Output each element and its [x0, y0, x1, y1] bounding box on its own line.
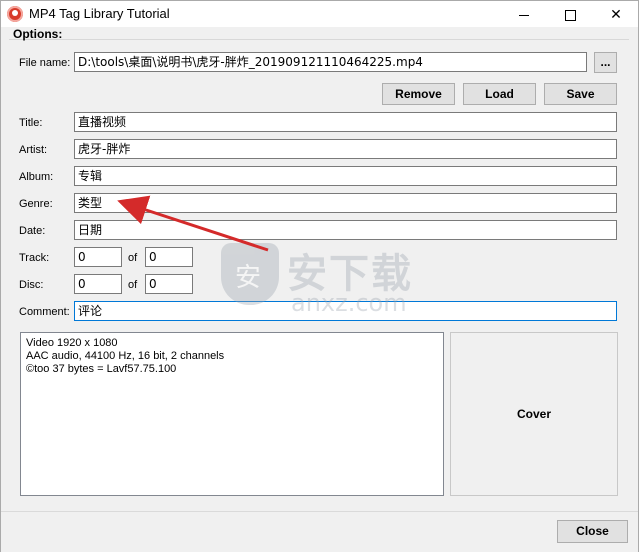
- media-info-line: Video 1920 x 1080: [26, 337, 118, 349]
- track-input[interactable]: 0: [74, 247, 122, 267]
- artist-input[interactable]: 虎牙-胖炸: [74, 139, 617, 159]
- disc-label: Disc:: [19, 279, 44, 291]
- maximize-icon: [564, 9, 576, 21]
- watermark-shield-icon: [221, 243, 279, 305]
- genre-input[interactable]: 类型: [74, 193, 617, 213]
- file-name-label: File name:: [19, 57, 71, 69]
- options-group-label: Options:: [13, 27, 63, 41]
- disc-total-input[interactable]: 0: [145, 274, 193, 294]
- comment-label: Comment:: [19, 306, 70, 318]
- close-icon: ✕: [610, 6, 622, 22]
- track-label: Track:: [19, 252, 50, 264]
- remove-button[interactable]: Remove: [382, 83, 455, 105]
- file-name-input[interactable]: D:\tools\桌面\说明书\虎牙-胖炸_20190912111046422​…: [74, 52, 587, 72]
- load-button[interactable]: Load: [463, 83, 536, 105]
- cover-button[interactable]: Cover: [450, 332, 618, 496]
- date-input[interactable]: 日期: [74, 220, 617, 240]
- title-label: Title:: [19, 117, 43, 129]
- title-input[interactable]: 直播视频: [74, 112, 617, 132]
- save-button[interactable]: Save: [544, 83, 617, 105]
- close-button[interactable]: Close: [557, 520, 628, 543]
- app-icon: [7, 6, 23, 22]
- window-title: MP4 Tag Library Tutorial: [29, 6, 170, 21]
- watermark-url: anxz.com: [291, 289, 407, 317]
- media-info-box[interactable]: Video 1920 x 1080 AAC audio, 44100 Hz, 1…: [20, 332, 444, 496]
- track-of-label: of: [128, 252, 138, 264]
- minimize-icon: [519, 14, 529, 16]
- footer-bar: [1, 511, 638, 552]
- date-label: Date:: [19, 225, 46, 237]
- close-window-button[interactable]: ✕: [593, 1, 639, 27]
- app-window: MP4 Tag Library Tutorial ✕ Options: File…: [0, 0, 639, 552]
- minimize-button[interactable]: [501, 1, 547, 27]
- artist-label: Artist:: [19, 144, 48, 156]
- genre-label: Genre:: [19, 198, 53, 210]
- disc-of-label: of: [128, 279, 138, 291]
- disc-input[interactable]: 0: [74, 274, 122, 294]
- maximize-button[interactable]: [547, 1, 593, 27]
- media-info-line: ©too 37 bytes = Lavf57.75.100: [26, 363, 177, 375]
- album-input[interactable]: 专辑: [74, 166, 617, 186]
- track-total-input[interactable]: 0: [145, 247, 193, 267]
- album-label: Album:: [19, 171, 54, 183]
- title-bar[interactable]: MP4 Tag Library Tutorial ✕: [1, 1, 638, 27]
- browse-button[interactable]: ...: [594, 52, 617, 73]
- watermark: 安下载 anxz.com: [221, 239, 441, 319]
- media-info-line: AAC audio, 44100 Hz, 16 bit, 2 channels: [26, 350, 225, 362]
